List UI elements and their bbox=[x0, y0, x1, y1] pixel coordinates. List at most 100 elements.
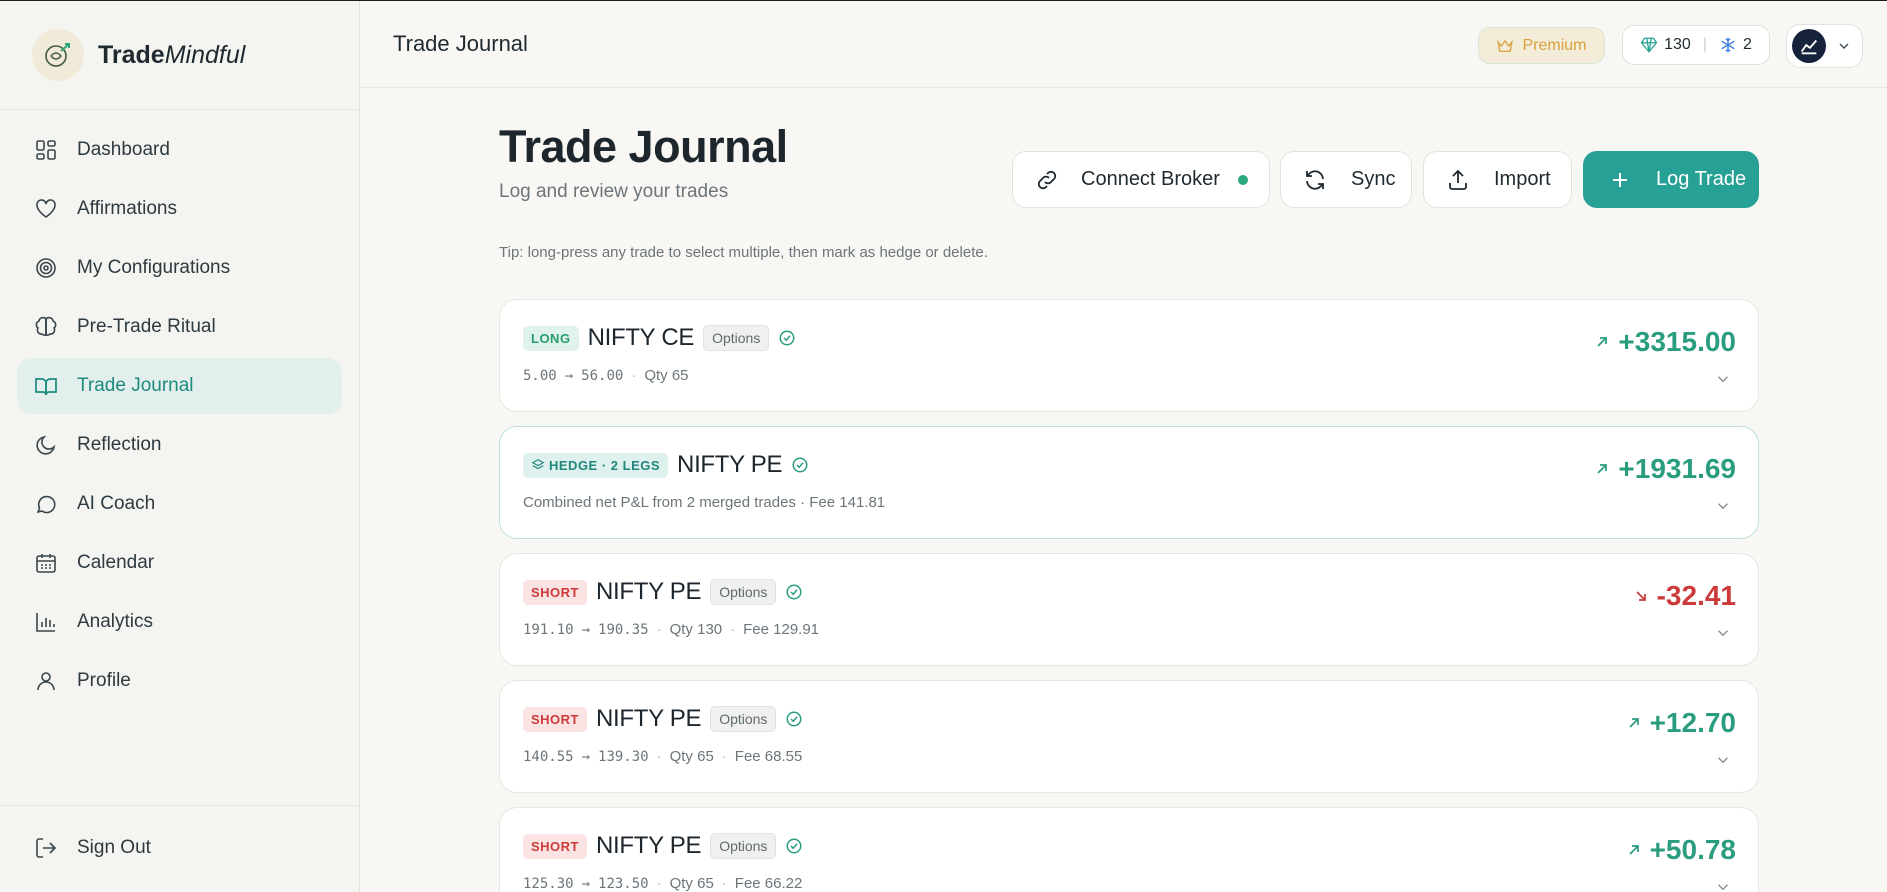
trade-pnl: +12.70 bbox=[1626, 707, 1736, 739]
streak-counters[interactable]: 130 | 2 bbox=[1622, 25, 1770, 65]
trade-card[interactable]: SHORT NIFTY PE Options 125.30 → 123.50 ·… bbox=[499, 807, 1759, 892]
sidebar-item-label: Analytics bbox=[77, 611, 154, 632]
sidebar-item-affirmations[interactable]: Affirmations bbox=[17, 181, 342, 237]
sidebar-item-profile[interactable]: Profile bbox=[17, 653, 342, 709]
trade-symbol: NIFTY PE bbox=[596, 578, 702, 605]
side-badge: SHORT bbox=[523, 706, 587, 732]
sign-out-button[interactable]: Sign Out bbox=[17, 820, 343, 876]
arrow-glyph: → bbox=[581, 875, 591, 892]
separator-dot: · bbox=[721, 875, 727, 892]
trade-fee: Fee 68.55 bbox=[734, 748, 803, 765]
arrow-glyph: → bbox=[581, 748, 591, 765]
instrument-chip: Options bbox=[710, 706, 777, 732]
sidebar-item-pre-trade-ritual[interactable]: Pre-Trade Ritual bbox=[17, 299, 342, 355]
diamond-icon bbox=[1640, 37, 1658, 53]
check-circle-icon bbox=[785, 710, 803, 728]
sidebar-item-label: AI Coach bbox=[77, 493, 156, 514]
import-button[interactable]: Import bbox=[1423, 151, 1572, 208]
trade-card[interactable]: SHORT NIFTY PE Options 140.55 → 139.30 ·… bbox=[499, 680, 1759, 793]
freeze-count: 2 bbox=[1742, 36, 1752, 53]
sidebar-footer: Sign Out bbox=[0, 805, 360, 892]
arrow-up-right-icon bbox=[1597, 337, 1608, 347]
divider: | bbox=[1702, 36, 1707, 53]
bar-chart-icon bbox=[33, 609, 59, 635]
check-circle-icon bbox=[785, 583, 803, 601]
instrument-chip: Options bbox=[710, 833, 777, 859]
sidebar-item-ai-coach[interactable]: AI Coach bbox=[17, 476, 342, 532]
moon-icon bbox=[33, 432, 59, 458]
connect-broker-label: Connect Broker bbox=[1081, 168, 1220, 190]
trade-qty: Qty 130 bbox=[669, 621, 723, 638]
sidebar-item-calendar[interactable]: Calendar bbox=[17, 535, 342, 591]
separator-dot: · bbox=[721, 748, 727, 765]
upload-icon bbox=[1449, 169, 1467, 190]
user-icon bbox=[33, 668, 59, 694]
price-exit: 139.30 bbox=[598, 748, 649, 765]
heart-icon bbox=[33, 196, 59, 222]
main-heading: Trade Journal bbox=[499, 121, 788, 172]
check-circle-icon bbox=[785, 837, 803, 855]
instrument-chip: Options bbox=[703, 325, 770, 351]
sidebar-item-dashboard[interactable]: Dashboard bbox=[17, 122, 342, 178]
sidebar-item-reflection[interactable]: Reflection bbox=[17, 417, 342, 473]
log-trade-button[interactable]: Log Trade bbox=[1583, 151, 1759, 208]
sidebar-nav: Dashboard Affirmations My Configurations… bbox=[0, 110, 359, 709]
page-title: Trade Journal bbox=[393, 31, 528, 56]
trade-qty: Qty 65 bbox=[669, 875, 714, 892]
price-entry: 125.30 bbox=[523, 875, 574, 892]
chevron-down-icon[interactable] bbox=[1714, 624, 1732, 642]
sign-out-label: Sign Out bbox=[77, 837, 151, 858]
chevron-down-icon[interactable] bbox=[1714, 878, 1732, 892]
connect-broker-button[interactable]: Connect Broker bbox=[1012, 151, 1270, 208]
sidebar-item-trade-journal[interactable]: Trade Journal bbox=[17, 358, 342, 414]
sync-button[interactable]: Sync bbox=[1280, 151, 1412, 208]
connection-status-dot bbox=[1237, 174, 1248, 185]
sidebar: TradeMindful Dashboard Affirmations My C… bbox=[0, 1, 360, 892]
separator-dot: · bbox=[656, 748, 662, 765]
arrow-glyph: → bbox=[564, 367, 574, 384]
instrument-chip: Options bbox=[710, 579, 777, 605]
trade-card-hedge[interactable]: HEDGE · 2 LEGS NIFTY PE Combined net P&L… bbox=[499, 426, 1759, 539]
premium-label: Premium bbox=[1522, 36, 1587, 54]
price-entry: 140.55 bbox=[523, 748, 574, 765]
arrow-glyph: → bbox=[581, 621, 591, 638]
tip-text: Tip: long-press any trade to select mult… bbox=[499, 244, 988, 261]
sidebar-item-label: Calendar bbox=[77, 552, 155, 573]
crown-icon bbox=[1497, 39, 1514, 52]
sync-label: Sync bbox=[1351, 168, 1396, 190]
user-menu-button[interactable] bbox=[1786, 24, 1863, 68]
link-icon bbox=[1037, 170, 1057, 189]
chevron-down-icon[interactable] bbox=[1714, 751, 1732, 769]
hedge-detail: Combined net P&L from 2 merged trades · … bbox=[523, 494, 886, 511]
sidebar-item-label: Trade Journal bbox=[77, 375, 194, 396]
chevron-down-icon[interactable] bbox=[1714, 370, 1732, 388]
trade-fee: Fee 66.22 bbox=[734, 875, 803, 892]
sidebar-item-label: Pre-Trade Ritual bbox=[77, 316, 216, 337]
hedge-badge: HEDGE · 2 LEGS bbox=[523, 452, 669, 478]
pnl-value: +12.70 bbox=[1649, 707, 1736, 738]
price-exit: 123.50 bbox=[598, 875, 649, 892]
trade-card[interactable]: SHORT NIFTY PE Options 191.10 → 190.35 ·… bbox=[499, 553, 1759, 666]
check-circle-icon bbox=[778, 329, 796, 347]
avatar bbox=[1792, 29, 1826, 63]
trade-symbol: NIFTY PE bbox=[596, 832, 702, 859]
pnl-value: -32.41 bbox=[1656, 580, 1736, 611]
sidebar-item-analytics[interactable]: Analytics bbox=[17, 594, 342, 650]
side-badge: SHORT bbox=[523, 833, 587, 859]
layers-icon bbox=[531, 459, 545, 470]
pnl-value: +3315.00 bbox=[1618, 326, 1736, 357]
main-subtitle: Log and review your trades bbox=[499, 181, 729, 202]
plus-icon bbox=[1613, 172, 1627, 187]
log-trade-label: Log Trade bbox=[1656, 168, 1747, 190]
chevron-down-icon[interactable] bbox=[1714, 497, 1732, 515]
arrow-down-right-icon bbox=[1635, 591, 1646, 601]
book-icon bbox=[33, 373, 59, 399]
sidebar-item-my-configurations[interactable]: My Configurations bbox=[17, 240, 342, 296]
brand[interactable]: TradeMindful bbox=[0, 1, 359, 110]
pnl-value: +50.78 bbox=[1649, 834, 1736, 865]
trade-card[interactable]: LONG NIFTY CE Options 5.00 → 56.00 · Qty… bbox=[499, 299, 1759, 412]
brain-icon bbox=[33, 314, 59, 340]
arrow-up-right-icon bbox=[1628, 718, 1639, 728]
trade-qty: Qty 65 bbox=[669, 748, 714, 765]
premium-badge[interactable]: Premium bbox=[1478, 27, 1605, 64]
